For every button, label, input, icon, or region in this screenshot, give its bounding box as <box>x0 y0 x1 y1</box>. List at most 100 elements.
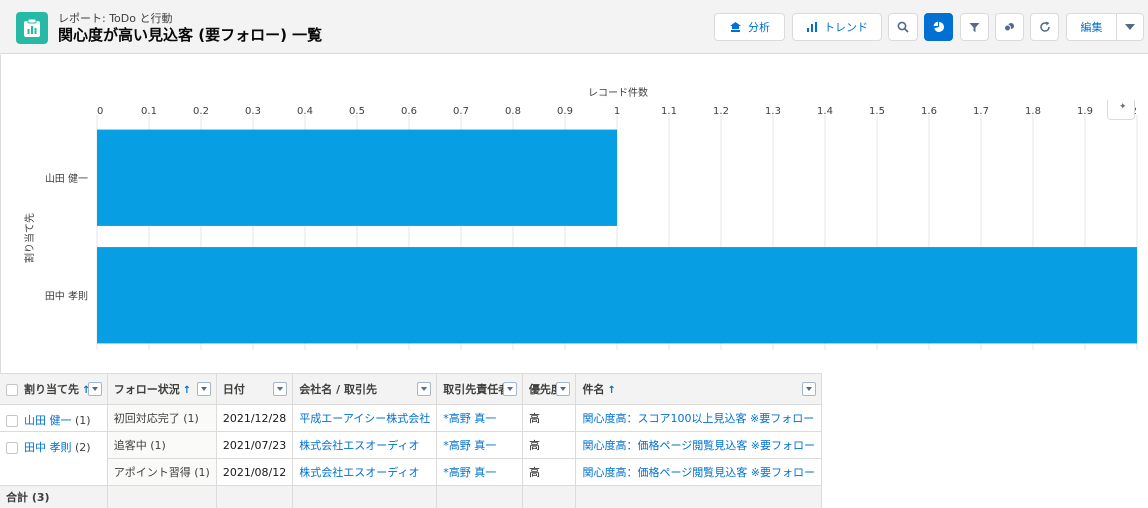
filter-button[interactable] <box>960 13 989 41</box>
company-link[interactable]: 平成エーアイシー株式会社 <box>299 412 430 425</box>
search-icon <box>897 21 909 33</box>
total-cell: 合計 (3) <box>0 485 108 508</box>
filter-icon <box>969 22 980 32</box>
column-menu-button[interactable] <box>417 382 432 396</box>
row-checkbox[interactable] <box>6 442 18 454</box>
row-checkbox[interactable] <box>6 415 18 427</box>
x-tick-label: 0.1 <box>141 106 157 117</box>
x-axis-label: レコード件数 <box>588 86 648 99</box>
priority-cell: 高 <box>522 431 577 459</box>
pie-chart-icon <box>933 21 944 32</box>
x-tick-label: 0.4 <box>297 106 313 117</box>
subject-link[interactable]: 関心度高：スコア100以上見込客 ※要フォロー <box>582 412 814 425</box>
column-menu-button[interactable] <box>196 382 211 396</box>
x-tick-label: 1.7 <box>973 106 989 117</box>
bar[interactable] <box>97 247 1137 344</box>
y-category-label: 田中 孝則 <box>45 289 88 302</box>
analyze-icon <box>730 22 741 32</box>
column-menu-button[interactable] <box>502 382 517 396</box>
gear-icon: ✦ <box>1119 102 1127 112</box>
report-header: レポート: ToDo と行動 関心度が高い見込客 (要フォロー) 一覧 分析 ト… <box>0 0 1148 54</box>
company-link[interactable]: 株式会社エスオーディオ <box>299 466 419 479</box>
refresh-button[interactable] <box>1030 13 1059 41</box>
col-priority[interactable]: 優先度 <box>522 373 577 405</box>
y-category-label: 山田 健一 <box>45 173 88 185</box>
edit-button[interactable]: 編集 <box>1067 14 1117 40</box>
col-assignee[interactable]: 割り当て先 ↑ <box>0 373 108 405</box>
date-cell: 2021/12/28 <box>216 404 294 432</box>
x-tick-label: 0.9 <box>557 106 573 117</box>
x-tick-label: 1.2 <box>713 106 729 117</box>
contact-cell: *高野 真一 <box>436 431 523 459</box>
analyze-button[interactable]: 分析 <box>714 13 785 41</box>
column-menu-button[interactable] <box>87 382 102 396</box>
group-button[interactable] <box>995 13 1024 41</box>
chart-settings-button[interactable]: ✦ <box>1107 100 1135 120</box>
x-tick-label: 1 <box>614 106 620 117</box>
x-tick-label: 1.8 <box>1025 106 1041 117</box>
total-row: 合計 (3) <box>0 485 822 508</box>
contact-link[interactable]: *高野 真一 <box>443 439 496 452</box>
company-cell: 株式会社エスオーディオ <box>292 431 438 459</box>
column-menu-button[interactable] <box>273 382 288 396</box>
groups-icon <box>1004 22 1014 31</box>
assignee-link[interactable]: 田中 孝則 <box>24 441 72 454</box>
bar[interactable] <box>97 129 617 226</box>
x-tick-label: 1.1 <box>661 106 677 117</box>
col-date[interactable]: 日付 <box>216 373 294 405</box>
group-cell: 山田 健一 (1) <box>0 404 108 432</box>
group-cell: 田中 孝則 (2) <box>0 431 108 486</box>
priority-cell: 高 <box>522 458 577 486</box>
analyze-label: 分析 <box>748 21 770 34</box>
chart-panel: ✦ レコード件数 割り当て先 0 0.1 0.2 0.3 0.4 0.5 0.6 0.7 0.8… <box>0 55 1148 373</box>
refresh-icon <box>1039 21 1050 32</box>
search-button[interactable] <box>888 13 918 41</box>
status-cell: 初回対応完了 (1) <box>107 404 217 432</box>
page-title: 関心度が高い見込客 (要フォロー) 一覧 <box>58 26 323 44</box>
table-row: 山田 健一 (1) 初回対応完了 (1) 2021/12/28 平成エーアイシー… <box>0 404 822 432</box>
col-subject[interactable]: 件名 ↑ <box>575 373 822 405</box>
report-table: 割り当て先 ↑ フォロー状況 ↑ 日付 会社名 / 取引先 取引先責任者 優先度 件… <box>0 373 822 508</box>
trend-label: トレンド <box>824 21 868 34</box>
x-tick-label: 1.4 <box>817 106 833 117</box>
table-header-row: 割り当て先 ↑ フォロー状況 ↑ 日付 会社名 / 取引先 取引先責任者 優先度 件… <box>0 373 822 405</box>
subject-cell: 関心度高：価格ページ閲覧見込客 ※要フォロー <box>575 458 822 486</box>
status-cell: アポイント習得 (1) <box>107 458 217 486</box>
subject-link[interactable]: 関心度高：価格ページ閲覧見込客 ※要フォロー <box>582 466 815 479</box>
contact-cell: *高野 真一 <box>436 404 523 432</box>
x-tick-label: 0 <box>97 106 103 117</box>
contact-link[interactable]: *高野 真一 <box>443 466 496 479</box>
select-all-checkbox[interactable] <box>6 384 18 396</box>
trend-button[interactable]: トレンド <box>792 13 882 41</box>
x-tick-label: 1.6 <box>921 106 937 117</box>
subject-cell: 関心度高：価格ページ閲覧見込客 ※要フォロー <box>575 431 822 459</box>
assignee-link[interactable]: 山田 健一 <box>24 414 72 427</box>
company-cell: 株式会社エスオーディオ <box>292 458 438 486</box>
col-status[interactable]: フォロー状況 ↑ <box>107 373 217 405</box>
sort-asc-icon: ↑ <box>607 385 616 396</box>
table-row: アポイント習得 (1) 2021/08/12 株式会社エスオーディオ *高野 真… <box>0 458 822 486</box>
contact-link[interactable]: *高野 真一 <box>443 412 496 425</box>
date-cell: 2021/07/23 <box>216 431 294 459</box>
contact-cell: *高野 真一 <box>436 458 523 486</box>
bar-chart: レコード件数 割り当て先 0 0.1 0.2 0.3 0.4 0.5 0.6 0.7 0.8 0.… <box>23 86 1138 350</box>
x-tick-label: 0.7 <box>453 106 469 117</box>
company-link[interactable]: 株式会社エスオーディオ <box>299 439 419 452</box>
x-tick-label: 1.5 <box>869 106 885 117</box>
col-company[interactable]: 会社名 / 取引先 <box>292 373 438 405</box>
subject-link[interactable]: 関心度高：価格ページ閲覧見込客 ※要フォロー <box>582 439 815 452</box>
chart-toggle-button[interactable] <box>924 13 953 41</box>
column-menu-button[interactable] <box>556 382 571 396</box>
edit-menu-button[interactable] <box>1117 14 1143 40</box>
company-cell: 平成エーアイシー株式会社 <box>292 404 438 432</box>
col-contact[interactable]: 取引先責任者 <box>436 373 523 405</box>
edit-button-group: 編集 <box>1066 13 1144 41</box>
report-app-icon <box>16 12 48 44</box>
column-menu-button[interactable] <box>802 382 816 396</box>
x-tick-label: 1.3 <box>765 106 781 117</box>
x-tick-label: 0.8 <box>505 106 521 117</box>
status-cell: 追客中 (1) <box>107 431 217 459</box>
chevron-down-icon <box>1125 24 1135 30</box>
y-axis-label: 割り当て先 <box>23 213 36 263</box>
subject-cell: 関心度高：スコア100以上見込客 ※要フォロー <box>575 404 822 432</box>
